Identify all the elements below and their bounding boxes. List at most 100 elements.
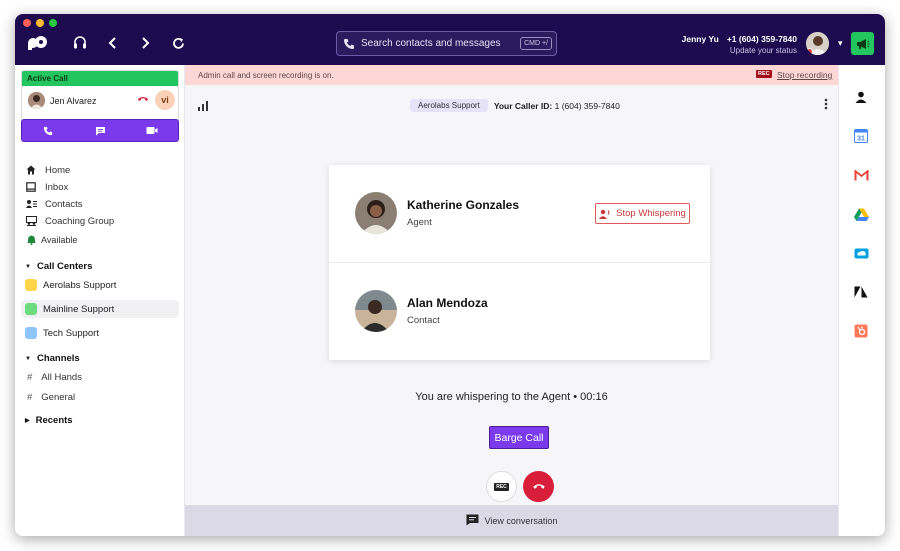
user-avatar[interactable] (806, 32, 829, 55)
user-info[interactable]: Jenny Yu +1 (604) 359-7840 Update your st… (682, 34, 797, 55)
barge-call-button[interactable]: Barge Call (489, 426, 549, 449)
megaphone-icon[interactable] (851, 32, 874, 55)
hangup-icon[interactable] (137, 95, 149, 106)
hubspot-icon[interactable] (853, 323, 869, 339)
participants-card: Katherine Gonzales Agent Stop Whispering… (329, 165, 710, 360)
caret-down-icon: ▼ (25, 263, 31, 270)
window-close-button[interactable] (23, 19, 31, 27)
nav-contacts-label: Contacts (45, 198, 83, 210)
call-center-tech-support[interactable]: Tech Support (21, 324, 179, 342)
app-window: Search contacts and messages CMD +/ Jenn… (15, 14, 885, 536)
participant-initials-badge[interactable]: vi (155, 90, 175, 110)
recents-title: Recents (35, 415, 73, 426)
participants-divider (329, 262, 710, 263)
agent-role: Agent (407, 217, 432, 228)
stop-recording-link[interactable]: Stop recording (777, 70, 832, 80)
recents-section[interactable]: ▶ Recents (25, 415, 73, 426)
inbox-icon (25, 181, 37, 193)
rec-icon: REC (494, 482, 509, 491)
caller-id-label: Your Caller ID: (493, 100, 553, 111)
availability-status[interactable]: Available (25, 234, 77, 246)
hash-icon: # (27, 372, 33, 383)
channel-general[interactable]: # General (27, 392, 75, 403)
forward-arrow-icon[interactable] (136, 34, 154, 52)
hangup-icon (532, 484, 545, 489)
integrations-rail: 31 (838, 65, 885, 536)
signal-strength-icon (198, 101, 209, 114)
call-center-mainline-support[interactable]: Mainline Support (21, 300, 179, 318)
recording-banner-text: Admin call and screen recording is on. (198, 71, 334, 80)
channels-section[interactable]: ▼ Channels (25, 353, 80, 364)
message-button[interactable] (74, 120, 126, 141)
agent-name: Katherine Gonzales (407, 198, 520, 212)
update-status-link[interactable]: Update your status (682, 46, 797, 55)
caller-avatar (28, 92, 45, 109)
chat-icon (466, 514, 479, 528)
contact-row: Alan Mendoza Contact (355, 290, 488, 332)
view-conversation-label: View conversation (484, 515, 558, 526)
call-center-label: Mainline Support (43, 303, 115, 315)
video-button[interactable] (126, 120, 178, 141)
nav-inbox-label: Inbox (45, 181, 69, 193)
contact-avatar (355, 290, 397, 332)
view-conversation-bar[interactable]: View conversation (185, 505, 838, 536)
agent-row: Katherine Gonzales Agent (355, 192, 519, 234)
caller-id: Your Caller ID: 1 (604) 359-7840 (494, 101, 620, 111)
call-center-color-swatch (25, 303, 37, 315)
headset-icon[interactable] (71, 34, 89, 52)
nav-home[interactable]: Home (25, 164, 70, 176)
gmail-icon[interactable] (853, 167, 869, 183)
window-minimize-button[interactable] (36, 19, 44, 27)
coaching-group-icon (25, 215, 37, 227)
refresh-icon[interactable] (169, 34, 187, 52)
search-bar[interactable]: Search contacts and messages CMD +/ (336, 31, 557, 56)
home-icon (25, 164, 37, 176)
phone-search-icon (343, 38, 355, 50)
user-name: Jenny Yu (681, 34, 719, 44)
call-button[interactable] (22, 120, 74, 141)
rec-badge-icon: REC (756, 70, 772, 78)
end-call-button[interactable] (523, 471, 554, 502)
recording-banner: Admin call and screen recording is on. R… (185, 65, 838, 85)
nav-home-label: Home (45, 164, 71, 176)
nav-contacts[interactable]: Contacts (25, 198, 83, 210)
availability-label: Available (41, 235, 78, 245)
title-bar: Search contacts and messages CMD +/ Jenn… (15, 14, 885, 65)
back-arrow-icon[interactable] (104, 34, 122, 52)
caret-down-icon: ▼ (25, 355, 31, 362)
channel-all-hands[interactable]: # All Hands (27, 372, 82, 383)
contact-name: Alan Mendoza (407, 296, 488, 310)
hash-icon: # (27, 392, 33, 403)
active-call-header: Active Call (22, 71, 178, 86)
call-center-aerolabs-support[interactable]: Aerolabs Support (21, 276, 179, 294)
call-centers-section[interactable]: ▼ Call Centers (25, 261, 92, 272)
contacts-icon (25, 198, 37, 210)
active-call-card[interactable]: Active Call Jen Alvarez vi (21, 70, 179, 122)
search-shortcut-badge: CMD +/ (520, 37, 552, 50)
window-maximize-button[interactable] (49, 19, 57, 27)
call-center-label: Aerolabs Support (43, 279, 117, 291)
more-options-icon[interactable] (824, 98, 828, 113)
call-center-color-swatch (25, 279, 37, 291)
whisper-status: You are whispering to the Agent • 00:16 (415, 391, 608, 403)
record-button[interactable]: REC (486, 471, 517, 502)
nav-coaching-group[interactable]: Coaching Group (25, 215, 114, 227)
svg-text:31: 31 (857, 136, 865, 143)
active-call-name: Jen Alvarez (50, 95, 97, 106)
nav-inbox[interactable]: Inbox (25, 181, 68, 193)
salesforce-icon[interactable] (853, 245, 869, 261)
left-sidebar: Active Call Jen Alvarez vi Home Inbox Co… (15, 65, 185, 536)
contact-role: Contact (407, 315, 440, 326)
google-drive-icon[interactable] (853, 206, 869, 222)
stop-whispering-button[interactable]: Stop Whispering (595, 203, 690, 224)
call-centers-title: Call Centers (36, 261, 93, 272)
dnd-status-icon (806, 48, 813, 55)
zendesk-icon[interactable] (853, 284, 869, 300)
call-action-bar (21, 119, 179, 142)
person-icon[interactable] (853, 89, 869, 105)
stop-whispering-label: Stop Whispering (616, 208, 686, 219)
chevron-down-icon[interactable]: ▾ (838, 38, 843, 49)
call-center-label: Tech Support (43, 327, 99, 339)
google-calendar-icon[interactable]: 31 (853, 128, 869, 144)
call-panel: Admin call and screen recording is on. R… (185, 65, 838, 536)
